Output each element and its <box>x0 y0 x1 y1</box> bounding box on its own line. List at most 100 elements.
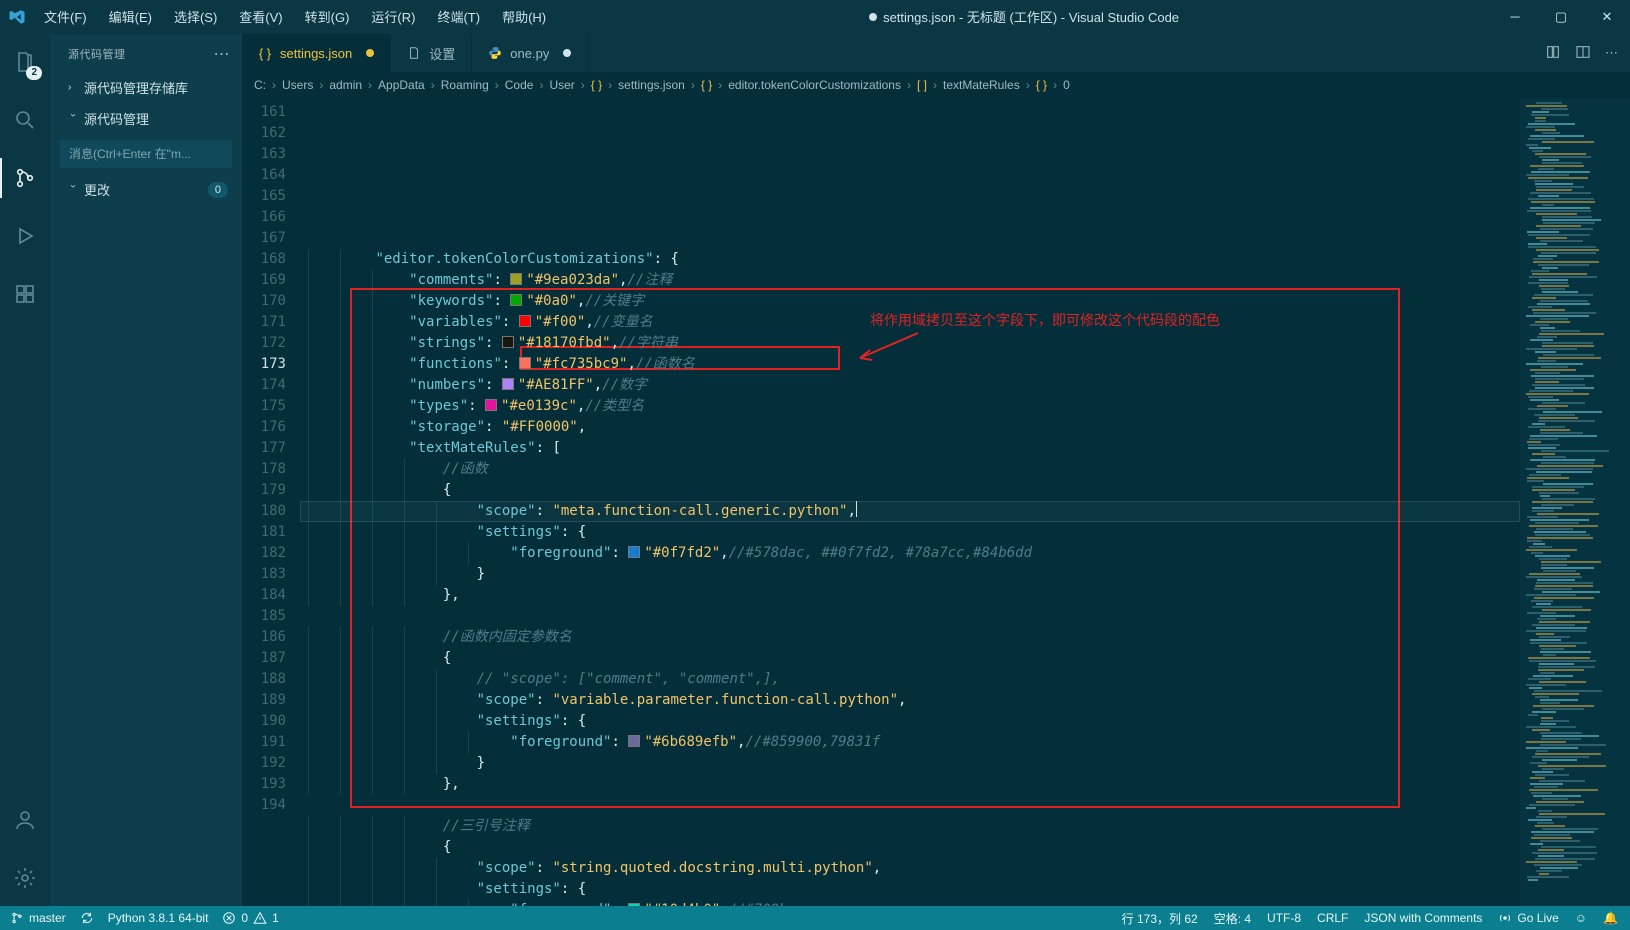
tab[interactable]: one.py <box>472 34 588 72</box>
python-env[interactable]: Python 3.8.1 64-bit <box>108 911 209 925</box>
menu-item[interactable]: 文件(F) <box>34 1 97 32</box>
language-mode[interactable]: JSON with Comments <box>1364 911 1482 925</box>
dirty-dot-icon <box>563 49 571 57</box>
menu-bar: 文件(F)编辑(E)选择(S)查看(V)转到(G)运行(R)终端(T)帮助(H) <box>34 1 556 32</box>
activity-badge: 2 <box>26 66 42 80</box>
chevron-right-icon: › <box>368 78 372 92</box>
code-line[interactable]: "strings": "#18170fbd",//字符串 <box>300 333 1520 354</box>
tab-actions: ⋯ <box>1533 34 1630 72</box>
split-editor-icon[interactable] <box>1575 44 1591 63</box>
code-line[interactable]: "keywords": "#0a0",//关键字 <box>300 291 1520 312</box>
breadcrumb-item[interactable]: { } <box>701 78 712 92</box>
code-line[interactable]: "foreground": "#10d4b0",//#709baa, <box>300 900 1520 906</box>
code-line[interactable]: //函数 <box>300 459 1520 480</box>
tab-label: one.py <box>510 46 549 61</box>
code-line[interactable]: //三引号注释 <box>300 816 1520 837</box>
code-line[interactable]: }, <box>300 585 1520 606</box>
file-icon <box>407 46 421 60</box>
close-button[interactable]: ✕ <box>1584 0 1630 34</box>
code-content[interactable]: 将作用域拷贝至这个字段下，即可修改这个代码段的配色 "editor.tokenC… <box>300 98 1520 906</box>
code-line[interactable]: { <box>300 837 1520 858</box>
tab[interactable]: { }settings.json <box>242 34 391 72</box>
maximize-button[interactable]: ▢ <box>1538 0 1584 34</box>
code-line[interactable]: }, <box>300 774 1520 795</box>
search-icon[interactable] <box>0 100 50 140</box>
breadcrumb-item[interactable]: Code <box>505 78 534 92</box>
menu-item[interactable]: 帮助(H) <box>492 1 556 32</box>
problems-indicator[interactable]: 0 1 <box>222 911 278 925</box>
code-line[interactable]: "settings": { <box>300 879 1520 900</box>
code-line[interactable]: //函数内固定参数名 <box>300 627 1520 648</box>
code-line[interactable]: { <box>300 648 1520 669</box>
code-line[interactable]: "settings": { <box>300 711 1520 732</box>
indentation[interactable]: 空格: 4 <box>1214 910 1251 927</box>
code-line[interactable]: { <box>300 480 1520 501</box>
gear-icon[interactable] <box>0 858 50 898</box>
notifications-icon[interactable]: 🔔 <box>1603 911 1618 925</box>
menu-item[interactable]: 编辑(E) <box>99 1 162 32</box>
menu-item[interactable]: 选择(S) <box>164 1 227 32</box>
breadcrumb-item[interactable]: editor.tokenColorCustomizations <box>728 78 901 92</box>
breadcrumb-item[interactable]: textMateRules <box>943 78 1020 92</box>
cursor-position[interactable]: 行 173，列 62 <box>1122 910 1198 927</box>
run-debug-icon[interactable] <box>0 216 50 256</box>
more-icon[interactable]: ⋯ <box>214 44 231 64</box>
scm-icon[interactable] <box>0 158 50 198</box>
code-line[interactable]: "variables": "#f00",//变量名 <box>300 312 1520 333</box>
code-line[interactable]: "editor.tokenColorCustomizations": { <box>300 249 1520 270</box>
breadcrumb-item[interactable]: { } <box>1036 78 1047 92</box>
code-line[interactable]: "foreground": "#0f7fd2",//#578dac, ##0f7… <box>300 543 1520 564</box>
breadcrumb-item[interactable]: AppData <box>378 78 425 92</box>
code-line[interactable]: "scope": "variable.parameter.function-ca… <box>300 690 1520 711</box>
code-line[interactable]: "textMateRules": [ <box>300 438 1520 459</box>
minimize-button[interactable]: ─ <box>1492 0 1538 34</box>
code-line[interactable] <box>300 606 1520 627</box>
code-line[interactable]: } <box>300 564 1520 585</box>
explorer-icon[interactable]: 2 <box>0 42 50 82</box>
changes-row[interactable]: › 更改 0 <box>50 174 242 205</box>
extensions-icon[interactable] <box>0 274 50 314</box>
account-icon[interactable] <box>0 800 50 840</box>
breadcrumb-item[interactable]: { } <box>591 78 602 92</box>
code-line[interactable]: "types": "#e0139c",//类型名 <box>300 396 1520 417</box>
eol[interactable]: CRLF <box>1317 911 1348 925</box>
code-line[interactable]: } <box>300 753 1520 774</box>
menu-item[interactable]: 运行(R) <box>361 1 425 32</box>
commit-message-input[interactable] <box>60 140 232 168</box>
branch-indicator[interactable]: master <box>10 911 66 925</box>
chevron-right-icon: › <box>581 78 585 92</box>
breadcrumb-item[interactable]: [ ] <box>917 78 927 92</box>
code-line[interactable]: "functions": "#fc735bc9",//函数名 <box>300 354 1520 375</box>
more-icon[interactable]: ⋯ <box>1605 45 1618 61</box>
go-live-button[interactable]: Go Live <box>1498 911 1558 925</box>
menu-item[interactable]: 终端(T) <box>427 1 490 32</box>
python-icon <box>488 46 502 60</box>
code-line[interactable]: "settings": { <box>300 522 1520 543</box>
open-changes-icon[interactable] <box>1545 44 1561 63</box>
breadcrumb-item[interactable]: User <box>549 78 574 92</box>
breadcrumbs[interactable]: C:›Users›admin›AppData›Roaming›Code›User… <box>242 72 1630 98</box>
breadcrumb-item[interactable]: Roaming <box>441 78 489 92</box>
encoding[interactable]: UTF-8 <box>1267 911 1301 925</box>
code-line[interactable]: "comments": "#9ea023da",//注释 <box>300 270 1520 291</box>
tab[interactable]: 设置 <box>391 34 472 72</box>
breadcrumb-item[interactable]: Users <box>282 78 313 92</box>
code-line[interactable]: "scope": "string.quoted.docstring.multi.… <box>300 858 1520 879</box>
breadcrumb-item[interactable]: settings.json <box>618 78 685 92</box>
feedback-icon[interactable]: ☺ <box>1575 911 1587 925</box>
breadcrumb-item[interactable]: admin <box>329 78 362 92</box>
breadcrumb-item[interactable]: C: <box>254 78 266 92</box>
code-line[interactable]: "storage": "#FF0000", <box>300 417 1520 438</box>
code-line[interactable]: "numbers": "#AE81FF",//数字 <box>300 375 1520 396</box>
code-line[interactable]: "scope": "meta.function-call.generic.pyt… <box>300 501 1520 522</box>
sync-button[interactable] <box>80 911 94 925</box>
menu-item[interactable]: 转到(G) <box>295 1 360 32</box>
sidebar-section-scm[interactable]: › 源代码管理 <box>50 103 242 134</box>
menu-item[interactable]: 查看(V) <box>229 1 292 32</box>
code-line[interactable] <box>300 795 1520 816</box>
code-line[interactable]: "foreground": "#6b689efb",//#859900,7983… <box>300 732 1520 753</box>
minimap[interactable] <box>1520 98 1630 906</box>
code-line[interactable]: // "scope": ["comment", "comment",], <box>300 669 1520 690</box>
sidebar-section-repos[interactable]: › 源代码管理存储库 <box>50 72 242 103</box>
breadcrumb-item[interactable]: 0 <box>1063 78 1070 92</box>
